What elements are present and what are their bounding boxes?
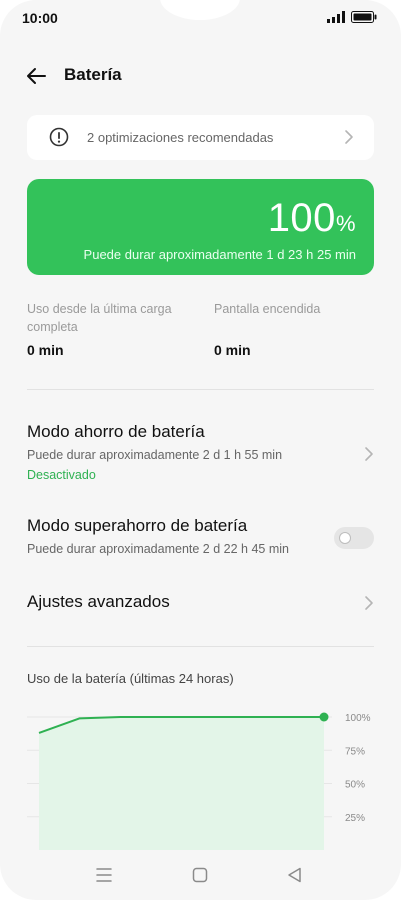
advanced-settings-row[interactable]: Ajustes avanzados	[27, 592, 374, 612]
home-square-icon[interactable]	[189, 865, 211, 885]
battery-saver-row[interactable]: Modo ahorro de batería Puede durar aprox…	[27, 422, 374, 482]
row-subtitle: Puede durar aproximadamente 2 d 22 h 45 …	[27, 542, 289, 556]
battery-icon	[351, 11, 377, 23]
stat-since-charge: Uso desde la última carga completa 0 min	[27, 300, 197, 358]
page-title: Batería	[64, 65, 122, 84]
y-tick-label: 100%	[345, 713, 371, 724]
row-subtitle: Puede durar aproximadamente 2 d 1 h 55 m…	[27, 448, 283, 462]
header: Batería	[0, 56, 401, 96]
row-title: Modo superahorro de batería	[27, 516, 248, 535]
usage-area	[39, 717, 324, 850]
exclamation-circle-icon	[49, 127, 69, 147]
divider	[27, 646, 374, 647]
battery-level-card: 100% Puede durar aproximadamente 1 d 23 …	[27, 179, 374, 275]
status-time: 10:00	[22, 10, 58, 26]
row-status: Desactivado	[27, 468, 96, 482]
chevron-right-icon	[345, 130, 353, 144]
menu-icon[interactable]	[93, 865, 115, 885]
battery-usage-chart: 100% 75% 50% 25%	[27, 712, 371, 850]
battery-estimate: Puede durar aproximadamente 1 d 23 h 25 …	[83, 247, 356, 262]
divider	[27, 389, 374, 390]
status-icons	[327, 11, 377, 23]
chevron-right-icon	[365, 447, 373, 461]
optimizations-card[interactable]: 2 optimizaciones recomendadas	[27, 115, 374, 160]
phone-screen: 10:00 Batería 2 optimizaciones recomenda…	[0, 0, 401, 900]
chevron-right-icon	[365, 596, 373, 610]
navigation-bar	[0, 855, 401, 895]
stat-label: Pantalla encendida	[214, 302, 321, 316]
stat-screen-on: Pantalla encendida 0 min	[214, 300, 384, 358]
arrow-left-icon[interactable]	[24, 64, 48, 88]
chart-title: Uso de la batería (últimas 24 horas)	[27, 671, 234, 686]
row-title: Ajustes avanzados	[27, 592, 170, 611]
y-tick-label: 50%	[345, 780, 365, 791]
row-title: Modo ahorro de batería	[27, 422, 205, 441]
battery-percent-sign: %	[335, 211, 356, 236]
super-saver-toggle[interactable]	[334, 527, 374, 549]
back-triangle-icon[interactable]	[284, 865, 306, 885]
stat-label: Uso desde la última carga completa	[27, 302, 172, 334]
battery-percent-value: 100	[267, 196, 336, 240]
battery-percent: 100%	[268, 195, 356, 247]
stat-value: 0 min	[214, 342, 251, 358]
y-tick-label: 75%	[345, 746, 365, 757]
toggle-knob	[339, 532, 351, 544]
signal-icon	[327, 11, 345, 23]
y-tick-label: 25%	[345, 813, 365, 824]
optimizations-text: 2 optimizaciones recomendadas	[87, 130, 274, 145]
stat-value: 0 min	[27, 342, 64, 358]
current-level-dot	[319, 712, 329, 722]
super-saver-row: Modo superahorro de batería Puede durar …	[27, 516, 374, 556]
status-bar: 10:00	[0, 0, 401, 36]
